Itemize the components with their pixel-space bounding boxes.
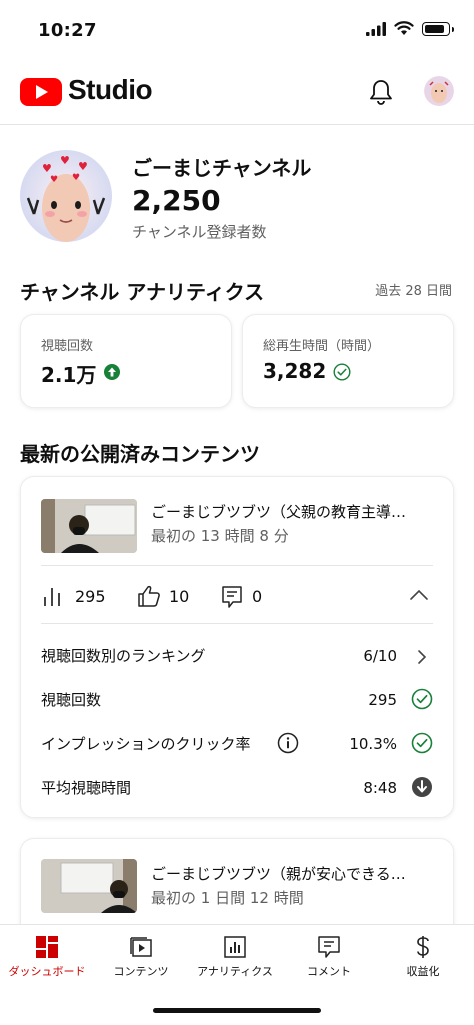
notification-bell-icon[interactable] bbox=[368, 78, 394, 106]
battery-icon bbox=[422, 22, 454, 36]
latest-video-card: ごーまじブツブツ（父親の教育主導… 最初の 13 時間 8 分 295 10 0… bbox=[20, 476, 454, 818]
chevron-up-icon[interactable] bbox=[409, 589, 429, 601]
nav-label: 収益化 bbox=[406, 965, 440, 978]
video-subtitle: 最初の 13 時間 8 分 bbox=[151, 527, 289, 545]
dashboard-icon bbox=[36, 936, 58, 958]
analytics-icon bbox=[224, 936, 246, 958]
ctr-row-value: 10.3% bbox=[349, 735, 397, 753]
nav-comments[interactable]: コメント bbox=[282, 925, 376, 987]
views-row-label: 視聴回数 bbox=[41, 691, 102, 709]
subscriber-label: チャンネル登録者数 bbox=[132, 223, 267, 241]
video-comments-count: 0 bbox=[252, 587, 263, 606]
nav-content[interactable]: コンテンツ bbox=[94, 925, 188, 987]
video-thumbnail[interactable] bbox=[41, 499, 137, 553]
latest-content-title: 最新の公開済みコンテンツ bbox=[20, 442, 260, 466]
ranking-row-value: 6/10 bbox=[363, 647, 397, 665]
video-likes-count: 10 bbox=[169, 587, 190, 606]
check-icon bbox=[411, 688, 433, 710]
subscriber-count: 2,250 bbox=[132, 184, 221, 217]
account-avatar[interactable] bbox=[424, 76, 454, 106]
nav-label: アナリティクス bbox=[197, 965, 273, 978]
views-bar-icon bbox=[44, 588, 60, 606]
chevron-right-icon[interactable] bbox=[417, 649, 427, 665]
video-views-count: 295 bbox=[75, 587, 106, 606]
nav-label: ダッシュボード bbox=[8, 965, 86, 978]
svg-text:♥: ♥ bbox=[42, 162, 52, 175]
metric-label: 視聴回数 bbox=[41, 339, 94, 354]
video-title[interactable]: ごーまじブツブツ（父親の教育主導… bbox=[151, 501, 433, 522]
video-thumbnail[interactable] bbox=[41, 859, 137, 913]
views-row-value: 295 bbox=[368, 691, 397, 709]
analytics-range: 過去 28 日間 bbox=[375, 284, 452, 299]
like-icon bbox=[138, 585, 160, 607]
divider bbox=[41, 565, 433, 566]
nav-label: コンテンツ bbox=[113, 965, 169, 978]
svg-text:♥: ♥ bbox=[60, 154, 70, 167]
nav-label: コメント bbox=[307, 965, 351, 978]
up-arrow-icon bbox=[104, 364, 120, 380]
ranking-row-label[interactable]: 視聴回数別のランキング bbox=[41, 645, 206, 666]
wifi-icon bbox=[394, 21, 414, 35]
comment-icon bbox=[222, 586, 242, 608]
youtube-logo-icon bbox=[20, 78, 62, 106]
views-metric-card[interactable]: 視聴回数 2.1万 bbox=[20, 314, 232, 408]
metric-label: 総再生時間（時間） bbox=[263, 339, 381, 354]
svg-text:♥: ♥ bbox=[50, 175, 58, 185]
analytics-title: チャンネル アナリティクス bbox=[20, 280, 265, 304]
status-time: 10:27 bbox=[38, 20, 97, 41]
info-icon[interactable] bbox=[277, 732, 299, 754]
metric-value: 2.1万 bbox=[41, 363, 97, 387]
app-title: Studio bbox=[68, 74, 153, 105]
svg-text:♥: ♥ bbox=[72, 173, 80, 183]
video-title[interactable]: ごーまじブツブツ（親が安心できる… bbox=[151, 863, 433, 884]
content-icon bbox=[130, 937, 152, 957]
svg-text:♥: ♥ bbox=[78, 160, 88, 173]
avg-watch-row-value: 8:48 bbox=[363, 779, 397, 797]
comment-icon bbox=[318, 936, 340, 958]
channel-name: ごーまじチャンネル bbox=[132, 156, 312, 180]
divider bbox=[41, 623, 433, 624]
check-icon bbox=[411, 732, 433, 754]
dollar-icon bbox=[417, 936, 429, 958]
avg-watch-row-label: 平均視聴時間 bbox=[41, 779, 132, 797]
ctr-row-label: インプレッションのクリック率 bbox=[41, 735, 251, 753]
nav-monetization[interactable]: 収益化 bbox=[376, 925, 470, 987]
nav-dashboard[interactable]: ダッシュボード bbox=[0, 925, 94, 987]
nav-analytics[interactable]: アナリティクス bbox=[188, 925, 282, 987]
video-subtitle: 最初の 1 日間 12 時間 bbox=[151, 889, 304, 907]
cellular-signal-icon bbox=[366, 22, 386, 36]
watch-time-metric-card[interactable]: 総再生時間（時間） 3,282 bbox=[242, 314, 454, 408]
home-indicator bbox=[153, 1008, 321, 1013]
channel-avatar: ♥ ♥ ♥ ♥ ♥ bbox=[20, 150, 112, 242]
down-arrow-icon bbox=[412, 777, 432, 797]
metric-value: 3,282 bbox=[263, 359, 327, 383]
status-bar: 10:27 bbox=[0, 0, 474, 58]
check-icon bbox=[333, 363, 351, 381]
